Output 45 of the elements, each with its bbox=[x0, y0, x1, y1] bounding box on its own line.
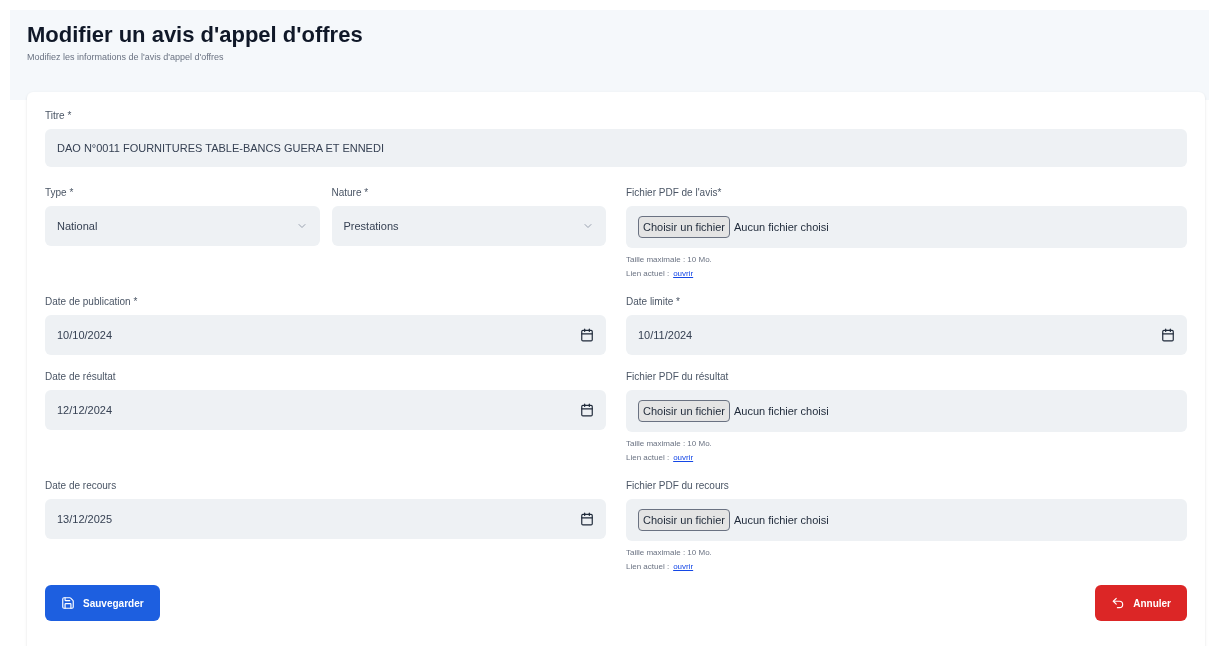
current-link-label: Lien actuel : bbox=[626, 561, 670, 573]
file-hint: Taille maximale : 10 Mo. bbox=[626, 254, 712, 266]
field-label: Date de publication * bbox=[45, 295, 138, 309]
date-field[interactable]: 10/11/2024 bbox=[626, 315, 1187, 355]
field-label: Date de résultat bbox=[45, 370, 116, 384]
file-field[interactable]: Choisir un fichier Aucun fichier choisi bbox=[626, 390, 1187, 432]
file-hint: Taille maximale : 10 Mo. bbox=[626, 438, 712, 450]
date-field[interactable]: 13/12/2025 bbox=[45, 499, 606, 539]
field-label: Nature * bbox=[331, 186, 369, 200]
calendar-icon[interactable] bbox=[1161, 328, 1175, 342]
field-label: Fichier PDF de l'avis* bbox=[626, 186, 722, 200]
save-button[interactable]: Sauvegarder bbox=[45, 585, 160, 621]
field-label: Titre * bbox=[45, 109, 72, 123]
date-field[interactable]: 10/10/2024 bbox=[45, 315, 606, 355]
select-field[interactable]: Prestations bbox=[331, 206, 606, 246]
file-hint: Taille maximale : 10 Mo. bbox=[626, 547, 712, 559]
open-link[interactable]: ouvrir bbox=[673, 561, 694, 573]
save-icon bbox=[61, 596, 75, 610]
field-label: Date de recours bbox=[45, 479, 117, 493]
open-link[interactable]: ouvrir bbox=[673, 452, 694, 464]
calendar-icon[interactable] bbox=[580, 328, 594, 342]
field-label: Type * bbox=[45, 186, 74, 200]
field-label: Date limite * bbox=[626, 295, 680, 309]
field-label: Fichier PDF du recours bbox=[626, 479, 729, 493]
date-field[interactable]: 12/12/2024 bbox=[45, 390, 606, 430]
current-link-label: Lien actuel : bbox=[626, 268, 670, 280]
file-field[interactable]: Choisir un fichier Aucun fichier choisi bbox=[626, 499, 1187, 541]
current-link-label: Lien actuel : bbox=[626, 452, 670, 464]
calendar-icon[interactable] bbox=[580, 512, 594, 526]
open-link[interactable]: ouvrir bbox=[673, 268, 694, 280]
choose-file-button[interactable]: Choisir un fichier bbox=[638, 215, 730, 239]
file-status: Aucun fichier choisi bbox=[733, 219, 829, 235]
field-label: Fichier PDF du résultat bbox=[626, 370, 729, 384]
cancel-button[interactable]: Annuler bbox=[1095, 585, 1187, 621]
file-status: Aucun fichier choisi bbox=[733, 403, 829, 419]
title-input[interactable]: DAO N°0011 FOURNITURES TABLE-BANCS GUERA ET ENNEDI bbox=[45, 129, 1187, 167]
page-subtitle: Modifiez les informations de l'avis d'appel d'offres bbox=[27, 51, 224, 64]
calendar-icon[interactable] bbox=[580, 403, 594, 417]
file-field[interactable]: Choisir un fichier Aucun fichier choisi bbox=[626, 206, 1187, 248]
file-status: Aucun fichier choisi bbox=[733, 512, 829, 528]
undo-icon bbox=[1111, 596, 1126, 610]
choose-file-button[interactable]: Choisir un fichier bbox=[638, 399, 730, 423]
page-title: Modifier un avis d'appel d'offres bbox=[27, 21, 363, 49]
choose-file-button[interactable]: Choisir un fichier bbox=[638, 508, 730, 532]
select-field[interactable]: National bbox=[45, 206, 320, 246]
